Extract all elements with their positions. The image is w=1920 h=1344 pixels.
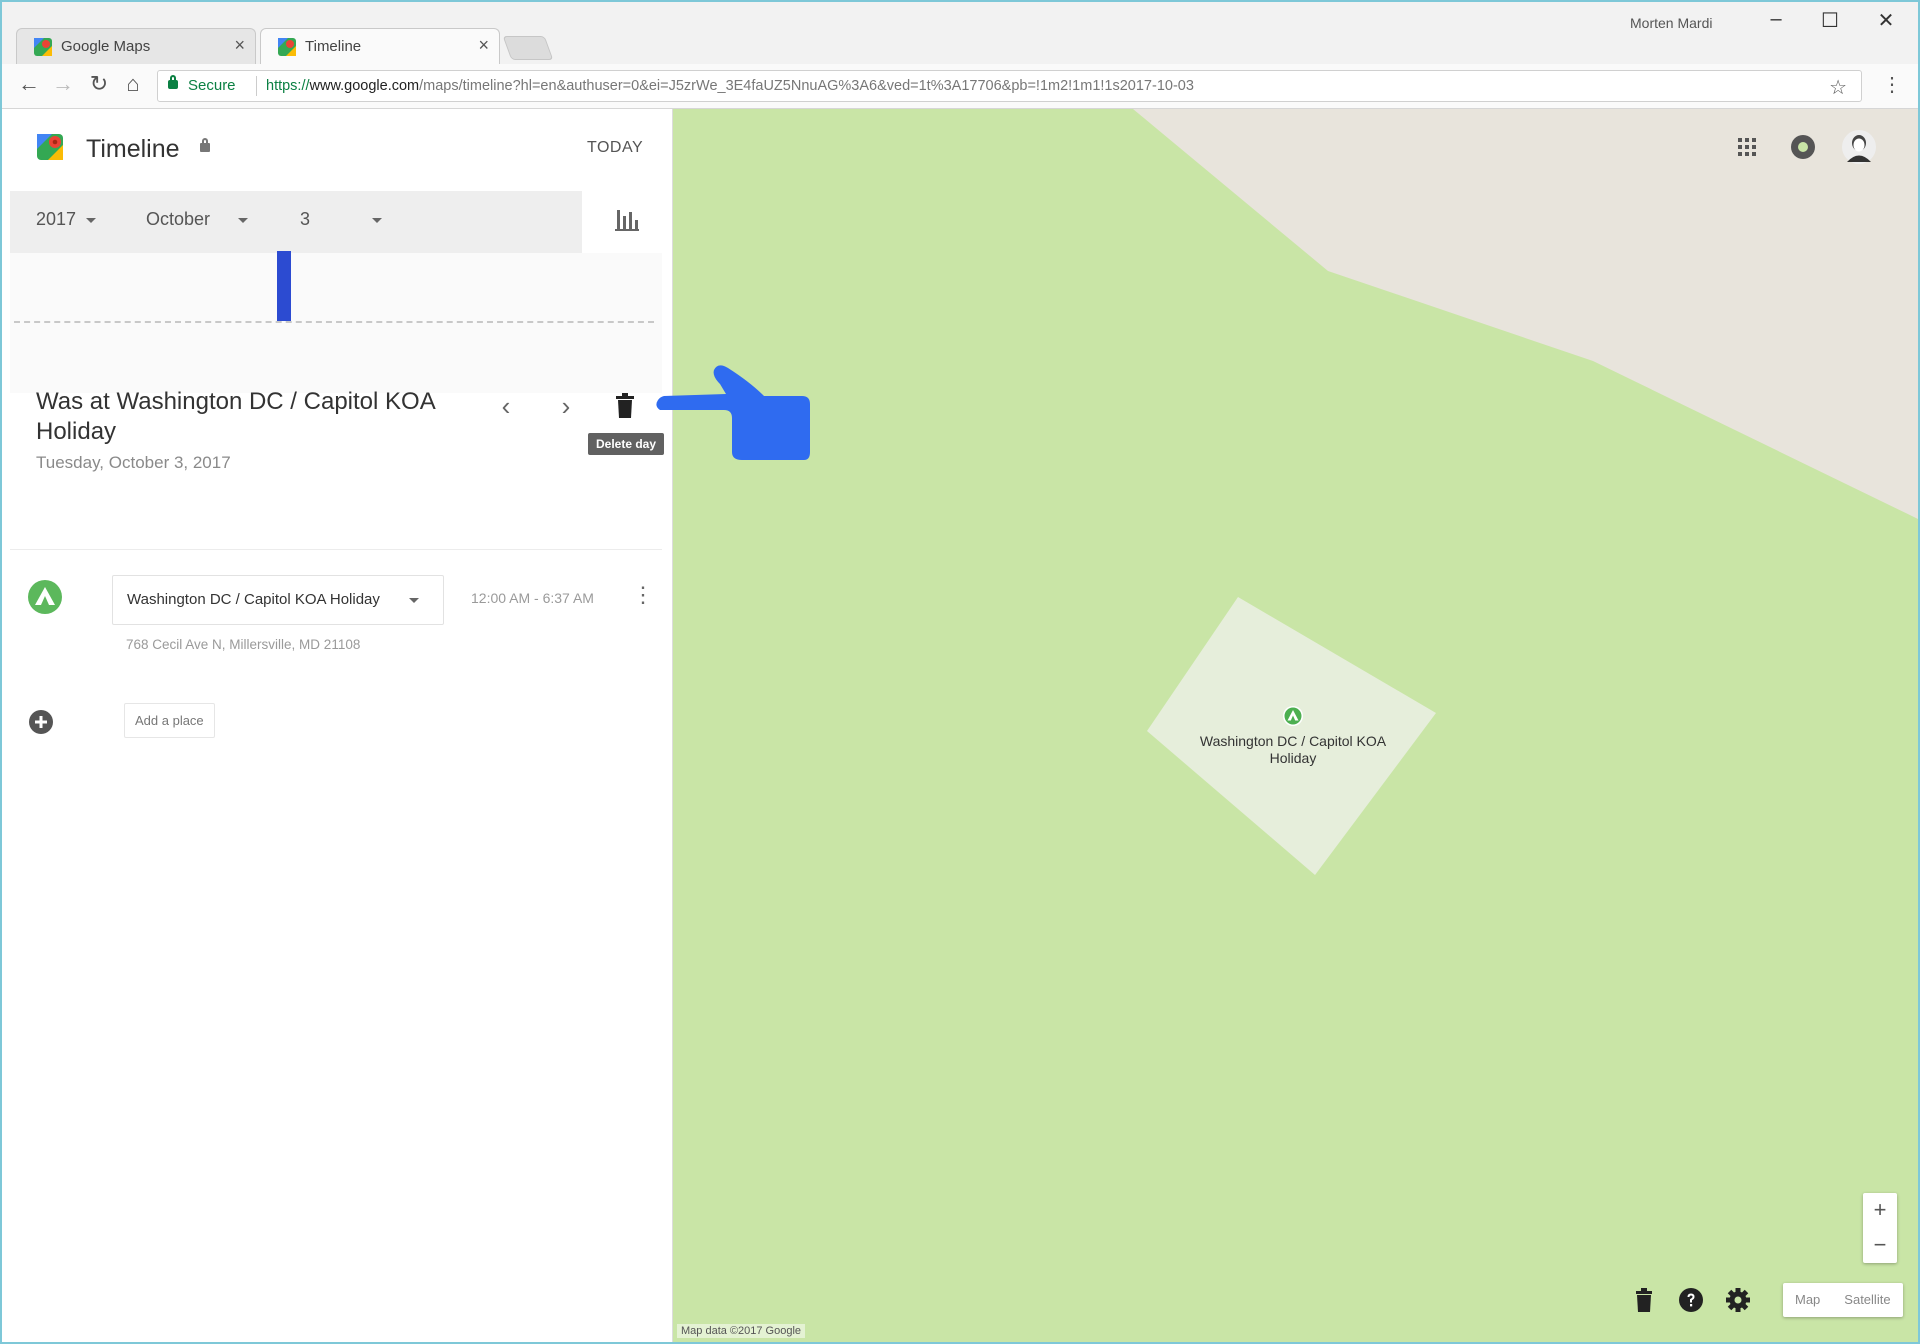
histogram-bar[interactable]: [277, 251, 291, 321]
pointing-hand-icon: [656, 365, 810, 460]
year-value: 2017: [36, 209, 77, 229]
zoom-in-button[interactable]: +: [1863, 1193, 1897, 1228]
chevron-down-icon: [238, 217, 249, 223]
year-dropdown[interactable]: 2017: [36, 209, 97, 230]
url-scheme: https://: [266, 78, 310, 94]
url-path: /maps/timeline?hl=en&authuser=0&ei=J5zrW…: [419, 78, 1194, 94]
day-dropdown[interactable]: 3: [300, 209, 383, 230]
place-address: 768 Cecil Ave N, Millersville, MD 21108: [126, 637, 361, 652]
maximize-icon[interactable]: ☐: [1810, 8, 1850, 33]
place-dropdown[interactable]: Washington DC / Capitol KOA Holiday: [112, 575, 444, 625]
bar-chart-icon[interactable]: [614, 207, 640, 233]
trash-icon[interactable]: [614, 393, 636, 419]
delete-day-tooltip: Delete day: [588, 433, 665, 455]
divider: [10, 549, 662, 550]
bookmark-star-icon[interactable]: ☆: [1829, 75, 1847, 100]
tab-title: Google Maps: [61, 38, 151, 55]
chevron-down-icon: [409, 598, 419, 603]
date-selector-bar: 2017 October 3: [10, 191, 582, 253]
gear-icon[interactable]: [1725, 1287, 1751, 1313]
browser-toolbar: ← → ↻ ⌂ Secure https://www.google.com/ma…: [2, 64, 1918, 109]
maps-logo-icon: [34, 38, 52, 56]
histogram-baseline: [14, 321, 654, 323]
zoom-controls: + −: [1863, 1193, 1897, 1263]
browser-menu-icon[interactable]: ⋮: [1882, 72, 1902, 97]
campground-icon: [28, 580, 62, 614]
month-dropdown[interactable]: October: [146, 209, 249, 230]
tab-google-maps[interactable]: Google Maps ×: [16, 28, 256, 64]
separator: [256, 76, 257, 96]
address-bar[interactable]: Secure https://www.google.com/maps/timel…: [157, 70, 1862, 102]
reload-icon[interactable]: ↻: [84, 71, 114, 97]
close-window-icon[interactable]: ✕: [1866, 8, 1906, 33]
private-lock-icon: [200, 138, 210, 152]
month-value: October: [146, 209, 211, 229]
new-tab-button[interactable]: [502, 36, 554, 60]
map-attribution: Map data ©2017 Google: [677, 1324, 806, 1338]
previous-day-button[interactable]: ‹: [496, 391, 516, 422]
maps-logo-icon: [37, 134, 63, 160]
maps-logo-icon: [278, 38, 296, 56]
tab-timeline[interactable]: Timeline ×: [260, 28, 500, 64]
close-tab-icon[interactable]: ×: [478, 35, 489, 56]
day-value: 3: [300, 209, 311, 229]
add-place-button[interactable]: Add a place: [124, 703, 215, 738]
close-tab-icon[interactable]: ×: [234, 35, 245, 56]
map-canvas[interactable]: Washington DC / Capitol KOA Holiday + −: [673, 109, 1918, 1342]
land-area: [1133, 109, 1918, 519]
page-title: Timeline: [86, 135, 180, 163]
map-type-map-button[interactable]: Map: [1783, 1283, 1832, 1317]
chevron-down-icon: [86, 217, 97, 223]
map-place-label[interactable]: Washington DC / Capitol KOA Holiday: [1189, 733, 1397, 767]
campground-icon[interactable]: [1282, 705, 1304, 727]
place-name: Washington DC / Capitol KOA Holiday: [127, 591, 380, 608]
profile-name[interactable]: Morten Mardi: [1630, 15, 1712, 31]
tab-title: Timeline: [305, 38, 362, 55]
today-button[interactable]: TODAY: [587, 139, 643, 157]
visit-time-range[interactable]: 12:00 AM - 6:37 AM: [471, 590, 594, 606]
apps-grid-icon[interactable]: [1729, 129, 1765, 165]
trash-icon[interactable]: [1631, 1287, 1657, 1313]
minimize-icon[interactable]: –: [1756, 8, 1796, 31]
map-type-satellite-button[interactable]: Satellite: [1832, 1283, 1902, 1317]
more-options-icon[interactable]: ⋮: [632, 582, 654, 608]
back-icon[interactable]: ←: [14, 71, 44, 97]
url-host: www.google.com: [309, 78, 420, 94]
day-date: Tuesday, October 3, 2017: [36, 453, 231, 472]
activity-histogram[interactable]: [10, 251, 662, 393]
next-day-button[interactable]: ›: [556, 391, 576, 422]
notification-icon[interactable]: [1785, 129, 1821, 165]
add-circle-icon[interactable]: [28, 709, 54, 735]
avatar[interactable]: [1841, 129, 1877, 165]
help-icon[interactable]: [1678, 1287, 1704, 1313]
map-type-toggle: Map Satellite: [1783, 1283, 1903, 1317]
forward-icon[interactable]: →: [48, 71, 78, 97]
lock-icon: [168, 75, 178, 89]
url-text[interactable]: https://www.google.com/maps/timeline?hl=…: [266, 78, 1194, 94]
chevron-down-icon: [372, 217, 383, 223]
home-icon[interactable]: ⌂: [118, 71, 148, 97]
secure-label: Secure: [188, 77, 236, 94]
timeline-sidebar: Timeline TODAY 2017 October 3 Was at Was…: [2, 109, 673, 1342]
zoom-out-button[interactable]: −: [1863, 1228, 1897, 1263]
day-summary-title: Was at Washington DC / Capitol KOA Holid…: [36, 388, 435, 445]
browser-window: Google Maps × Timeline × Morten Mardi – …: [0, 0, 1920, 1344]
tab-strip: Google Maps × Timeline × Morten Mardi – …: [2, 2, 1918, 64]
